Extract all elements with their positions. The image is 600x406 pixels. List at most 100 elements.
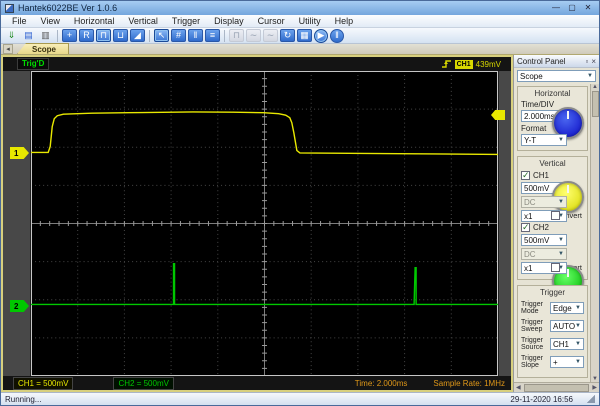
resize-grip-icon[interactable] — [587, 395, 595, 403]
open-icon[interactable]: ⇓ — [4, 29, 19, 42]
menu-file[interactable]: File — [5, 16, 34, 26]
menu-help[interactable]: Help — [328, 16, 361, 26]
chevron-down-icon: ▼ — [558, 137, 564, 143]
scope-top-strip: Trig'D CH1 439mV — [3, 57, 511, 71]
trigger-readout: CH1 439mV — [441, 59, 501, 69]
pause-icon[interactable]: ‖ — [330, 28, 344, 43]
trigger-slope-label: Trigger Slope — [521, 355, 543, 369]
trigger-group: Trigger Trigger Mode Edge ▼ Trigger Sweep… — [517, 285, 588, 378]
scrollbar-thumb[interactable] — [523, 383, 590, 392]
app-icon — [5, 3, 14, 13]
toolbar-separator — [149, 29, 150, 42]
ch2-enable-row: CH2 — [521, 222, 584, 233]
scroll-down-icon[interactable]: ▼ — [592, 376, 598, 382]
wavegen-icon[interactable]: ▦ — [297, 29, 312, 42]
app-window: Hantek6022BE Ver 1.0.6 — ▢ ✕ File View Hor… — [0, 0, 600, 406]
format-select[interactable]: Y-T ▼ — [521, 134, 567, 146]
pin-icon[interactable]: ▫ — [585, 57, 588, 66]
cursor-icon[interactable]: ↖ — [154, 29, 169, 42]
chevron-down-icon: ▼ — [587, 73, 593, 79]
chevron-down-icon: ▼ — [575, 341, 581, 347]
ch2-volts-select[interactable]: 500mV ▼ — [521, 234, 567, 246]
control-panel-header: Control Panel ▫ × — [514, 55, 599, 68]
status-text: Running... — [5, 394, 42, 404]
ch1-scale-readout: CH1 = 500mV — [13, 376, 74, 390]
trigger-level-value: 439mV — [475, 59, 501, 69]
grid-icon[interactable]: # — [171, 29, 186, 42]
menu-utility[interactable]: Utility — [292, 16, 328, 26]
hlines-icon[interactable]: ≡ — [205, 29, 220, 42]
scroll-right-icon[interactable]: ▶ — [590, 384, 599, 391]
ch2-invert-checkbox[interactable] — [551, 263, 561, 272]
menu-cursor[interactable]: Cursor — [251, 16, 292, 26]
minimize-button[interactable]: — — [549, 3, 563, 14]
menu-vertical[interactable]: Vertical — [121, 16, 165, 26]
ch2-checkbox[interactable] — [521, 222, 530, 233]
panel-vertical-scrollbar[interactable]: ▲ ▼ — [590, 84, 599, 382]
rising-edge-icon[interactable]: ⊓ — [96, 29, 111, 42]
scope-graticule-area: 1 2 — [3, 71, 511, 376]
falling-edge-icon[interactable]: ⊔ — [113, 29, 128, 42]
ch2-coupling-select[interactable]: DC ▼ — [521, 248, 567, 260]
vertical-caption: Vertical — [539, 159, 566, 168]
panel-horizontal-scrollbar[interactable]: ◀ ▶ — [514, 382, 599, 392]
window-title: Hantek6022BE Ver 1.0.6 — [18, 3, 118, 13]
trigger-source-row: Trigger Source CH1 ▼ — [521, 337, 584, 351]
menu-horizontal[interactable]: Horizontal — [67, 16, 122, 26]
trigger-source-chip: CH1 — [454, 59, 473, 69]
scroll-up-icon[interactable]: ▲ — [592, 84, 598, 90]
print-icon[interactable]: ▥ — [38, 29, 53, 42]
menu-trigger[interactable]: Trigger — [165, 16, 207, 26]
step-wave-icon: ⊓ — [229, 29, 244, 42]
trigger-mode-label: Trigger Mode — [521, 301, 543, 315]
trigger-source-select[interactable]: CH1 ▼ — [550, 338, 584, 350]
save-icon[interactable]: ▤ — [21, 29, 36, 42]
scroll-left-icon[interactable]: ◀ — [514, 384, 523, 391]
ch1-enable-row: CH1 — [521, 170, 584, 181]
menubar: File View Horizontal Vertical Trigger Display… — [1, 15, 599, 28]
ch2-label: CH2 — [533, 223, 550, 232]
maximize-button[interactable]: ▢ — [565, 3, 579, 14]
autoset-icon[interactable]: + — [62, 29, 77, 42]
chevron-down-icon: ▼ — [575, 305, 581, 311]
horizontal-caption: Horizontal — [534, 89, 571, 98]
chevron-down-icon: ▼ — [558, 237, 564, 243]
trigger-mode-row: Trigger Mode Edge ▼ — [521, 301, 584, 315]
control-panel: Control Panel ▫ × Scope ▼ Horizontal Time… — [513, 55, 599, 392]
datetime-text: 29-11-2020 16:56 — [510, 394, 573, 404]
trigger-slope-icon — [441, 60, 451, 68]
panel-mode-select[interactable]: Scope ▼ — [517, 70, 596, 82]
chevron-down-icon: ▼ — [575, 323, 581, 329]
ch1-label: CH1 — [533, 171, 550, 180]
scope-bottom-strip: CH1 = 500mV CH2 = 500mV Time: 2.000ms Sa… — [3, 376, 511, 390]
ramp-icon[interactable]: ◢ — [130, 29, 145, 42]
chevron-down-icon: ▼ — [558, 251, 564, 257]
measure-icon[interactable]: ‖ — [188, 29, 203, 42]
tab-scope[interactable]: Scope — [17, 43, 70, 54]
trigger-status-badge: Trig'D — [17, 58, 50, 70]
tab-scroll-left-button[interactable]: ◂ — [3, 44, 13, 54]
refresh-icon[interactable]: ↻ — [280, 29, 295, 42]
trigger-sweep-row: Trigger Sweep AUTO ▼ — [521, 319, 584, 333]
menu-display[interactable]: Display — [207, 16, 251, 26]
scrollbar-thumb[interactable] — [591, 91, 599, 117]
menu-view[interactable]: View — [34, 16, 67, 26]
ch1-invert-checkbox[interactable] — [551, 211, 561, 220]
graticule-svg — [31, 71, 498, 376]
trigger-slope-select[interactable]: + ▼ — [550, 356, 584, 368]
tabbar: ◂ Scope — [1, 43, 599, 55]
timebase-readouts: Time: 2.000ms Sample Rate: 1MHz — [355, 379, 505, 388]
ch1-coupling-select[interactable]: DC ▼ — [521, 196, 567, 208]
toolbar-separator — [224, 29, 225, 42]
trigger-source-label: Trigger Source — [521, 337, 544, 351]
scope-display: Trig'D CH1 439mV 1 2 CH1 = 500mV CH2 = 5… — [1, 55, 513, 392]
start-icon[interactable]: ▶ — [314, 28, 328, 43]
record-icon[interactable]: R — [79, 29, 94, 42]
sine-wave-icon: ∼ — [246, 29, 261, 42]
trigger-mode-select[interactable]: Edge ▼ — [550, 302, 584, 314]
statusbar: Running... 29-11-2020 16:56 — [1, 392, 599, 405]
trigger-sweep-select[interactable]: AUTO ▼ — [550, 320, 584, 332]
panel-close-icon[interactable]: × — [591, 57, 596, 66]
close-button[interactable]: ✕ — [581, 3, 595, 14]
ch1-checkbox[interactable] — [521, 170, 530, 181]
